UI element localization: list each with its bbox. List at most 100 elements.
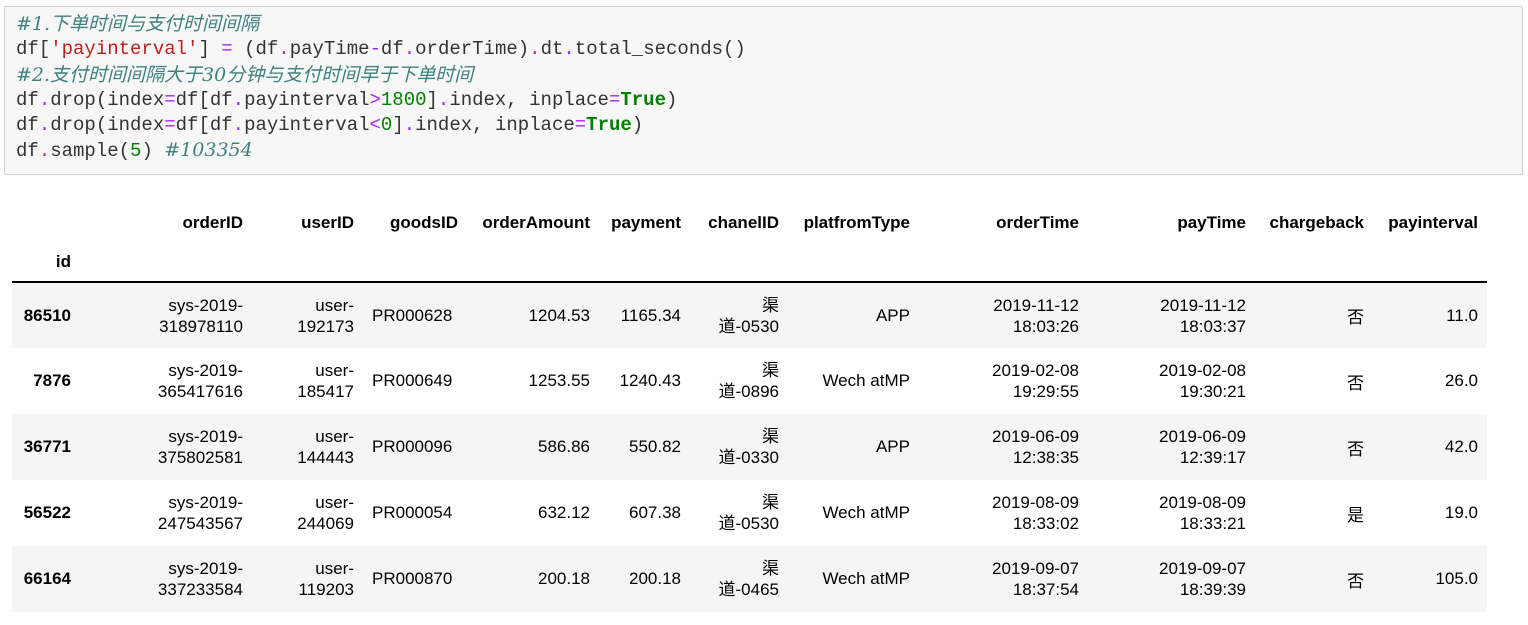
cell-chargeback: 否 bbox=[1255, 282, 1373, 348]
cell-payment: 200.18 bbox=[599, 546, 690, 612]
cell-payTime: 2019-11-12 18:03:37 bbox=[1088, 282, 1255, 348]
dataframe-body: 86510 sys-2019- 318978110 user- 192173 PR0006… bbox=[12, 282, 1487, 612]
cell-payTime-line: 2019-06-09 bbox=[1159, 427, 1246, 446]
code-token: . bbox=[563, 38, 575, 61]
cell-userID-line: user- bbox=[315, 295, 354, 315]
cell-userID-line: 192173 bbox=[297, 316, 354, 336]
cell-goodsID: PR000628 bbox=[363, 282, 467, 348]
cell-userID-wrapped: user- 119203 bbox=[299, 558, 354, 600]
cell-payinterval: 105.0 bbox=[1373, 546, 1487, 612]
col-header-orderID: orderID bbox=[182, 213, 243, 232]
cell-chanelID-line: 道-0896 bbox=[718, 382, 779, 401]
cell-userID: user- 185417 bbox=[252, 348, 363, 414]
cell-userID: user- 119203 bbox=[252, 546, 363, 612]
cell-orderAmount-value: 200.18 bbox=[538, 569, 590, 588]
code-token: ] bbox=[198, 38, 222, 61]
code-token: total_seconds() bbox=[574, 38, 746, 61]
cell-platfromType: APP bbox=[788, 282, 919, 348]
cell-payTime-wrapped: 2019-06-09 12:39:17 bbox=[1159, 426, 1246, 468]
col-header-chanelID: chanelID bbox=[708, 213, 779, 232]
table-row: 7876 sys-2019- 365417616 user- 185417 PR00064… bbox=[12, 348, 1487, 414]
code-line: #1.下单时间与支付时间间隔 bbox=[16, 12, 1522, 37]
cell-payTime-line: 12:39:17 bbox=[1179, 448, 1246, 467]
index-name-row: id bbox=[12, 243, 1487, 283]
cell-goodsID: PR000054 bbox=[363, 480, 467, 546]
code-line: #2.支付时间间隔大于30分钟与支付时间早于下单时间 bbox=[16, 63, 1522, 88]
code-token: = bbox=[574, 114, 587, 137]
code-token: #103354 bbox=[164, 139, 253, 162]
cell-orderAmount: 1204.53 bbox=[467, 282, 599, 348]
cell-orderTime-line: 18:37:54 bbox=[1012, 580, 1079, 599]
cell-userID: user- 244069 bbox=[252, 480, 363, 546]
cell-orderAmount-value: 586.86 bbox=[538, 437, 590, 456]
cell-orderID-wrapped: sys-2019- 318978110 bbox=[159, 295, 243, 337]
cell-userID: user- 144443 bbox=[252, 414, 363, 480]
cell-orderTime-wrapped: 2019-06-09 12:38:35 bbox=[992, 426, 1079, 468]
cell-chargeback: 是 bbox=[1255, 480, 1373, 546]
cell-chanelID: 渠道-0465 bbox=[690, 546, 788, 612]
cell-orderTime-line: 2019-09-07 bbox=[992, 559, 1079, 578]
cell-goodsID-value: PR000870 bbox=[372, 569, 453, 588]
cell-userID-line: 244069 bbox=[297, 514, 354, 533]
code-token: df bbox=[16, 140, 39, 163]
cell-chanelID: 渠道-0330 bbox=[690, 414, 788, 480]
cell-orderTime: 2019-06-09 12:38:35 bbox=[919, 414, 1088, 480]
row-index: 56522 bbox=[23, 503, 71, 522]
cell-orderID-wrapped: sys-2019- 337233584 bbox=[158, 558, 243, 600]
code-token: df bbox=[380, 38, 404, 61]
table-row: 56522 sys-2019- 247543567 user- 244069 PR0000… bbox=[12, 480, 1487, 546]
code-token: payinterval bbox=[244, 114, 370, 137]
cell-orderTime-line: 18:33:02 bbox=[1012, 514, 1079, 533]
cell-payinterval: 19.0 bbox=[1373, 480, 1487, 546]
cell-payment-value: 200.18 bbox=[629, 569, 681, 588]
cell-chanelID-line: 道-0330 bbox=[718, 448, 779, 467]
cell-orderTime: 2019-09-07 18:37:54 bbox=[919, 546, 1088, 612]
cell-payment: 607.38 bbox=[599, 480, 690, 546]
cell-platfromType-value: APP bbox=[875, 437, 910, 456]
code-token: . bbox=[403, 114, 416, 137]
cell-orderAmount: 1253.55 bbox=[467, 348, 599, 414]
code-token: df[ bbox=[16, 38, 51, 61]
cell-chargeback-value: 否 bbox=[1347, 439, 1364, 460]
cell-chargeback: 否 bbox=[1255, 546, 1373, 612]
cell-payment-value: 1165.34 bbox=[620, 305, 681, 325]
code-cell-input[interactable]: #1.下单时间与支付时间间隔 df['payinterval'] = (df.pa… bbox=[4, 6, 1523, 175]
cell-payTime: 2019-09-07 18:39:39 bbox=[1088, 546, 1255, 612]
cell-payinterval: 42.0 bbox=[1373, 414, 1487, 480]
cell-payment: 1165.34 bbox=[599, 282, 690, 348]
code-token: = bbox=[608, 88, 621, 111]
cell-userID-line: user- bbox=[315, 427, 354, 446]
cell-payTime-wrapped: 2019-02-08 19:30:21 bbox=[1159, 360, 1246, 402]
code-token: df bbox=[16, 114, 39, 137]
code-token: . bbox=[529, 38, 541, 61]
cell-payTime-line: 19:30:21 bbox=[1179, 382, 1246, 401]
cell-payTime-line: 18:39:39 bbox=[1179, 580, 1246, 599]
cell-payinterval: 26.0 bbox=[1373, 348, 1487, 414]
col-header-payment: payment bbox=[611, 213, 681, 232]
cell-userID-wrapped: user- 244069 bbox=[297, 492, 354, 534]
col-header-platfromType: platfromType bbox=[803, 213, 910, 232]
cell-chanelID-line: 渠 bbox=[762, 559, 779, 578]
cell-payTime-wrapped: 2019-08-09 18:33:21 bbox=[1159, 492, 1246, 534]
cell-chanelID-line: 道-0465 bbox=[718, 580, 779, 599]
cell-orderTime-line: 2019-11-12 bbox=[993, 295, 1079, 315]
cell-chanelID: 渠道-0896 bbox=[690, 348, 788, 414]
cell-platfromType: Wech atMP bbox=[788, 480, 919, 546]
cell-goodsID-value: PR000628 bbox=[372, 305, 453, 325]
cell-userID-line: 119203 bbox=[298, 580, 354, 599]
code-token: = bbox=[221, 38, 233, 61]
cell-orderID-wrapped: sys-2019- 247543567 bbox=[158, 492, 243, 534]
cell-orderAmount-value: 1253.55 bbox=[528, 371, 590, 390]
cell-userID-line: user- bbox=[315, 559, 354, 578]
cell-platfromType: Wech atMP bbox=[788, 348, 919, 414]
cell-orderTime-line: 12:38:35 bbox=[1012, 448, 1079, 467]
cell-orderID: sys-2019- 247543567 bbox=[80, 480, 252, 546]
cell-orderAmount: 632.12 bbox=[467, 480, 599, 546]
code-token: . bbox=[38, 88, 51, 111]
code-token: . bbox=[38, 114, 51, 137]
cell-userID: user- 192173 bbox=[252, 282, 363, 348]
code-token: dt bbox=[540, 38, 564, 61]
code-token: = bbox=[164, 88, 176, 111]
cell-chargeback-value: 是 bbox=[1347, 505, 1364, 526]
cell-chanelID-line: 渠 bbox=[762, 361, 779, 380]
